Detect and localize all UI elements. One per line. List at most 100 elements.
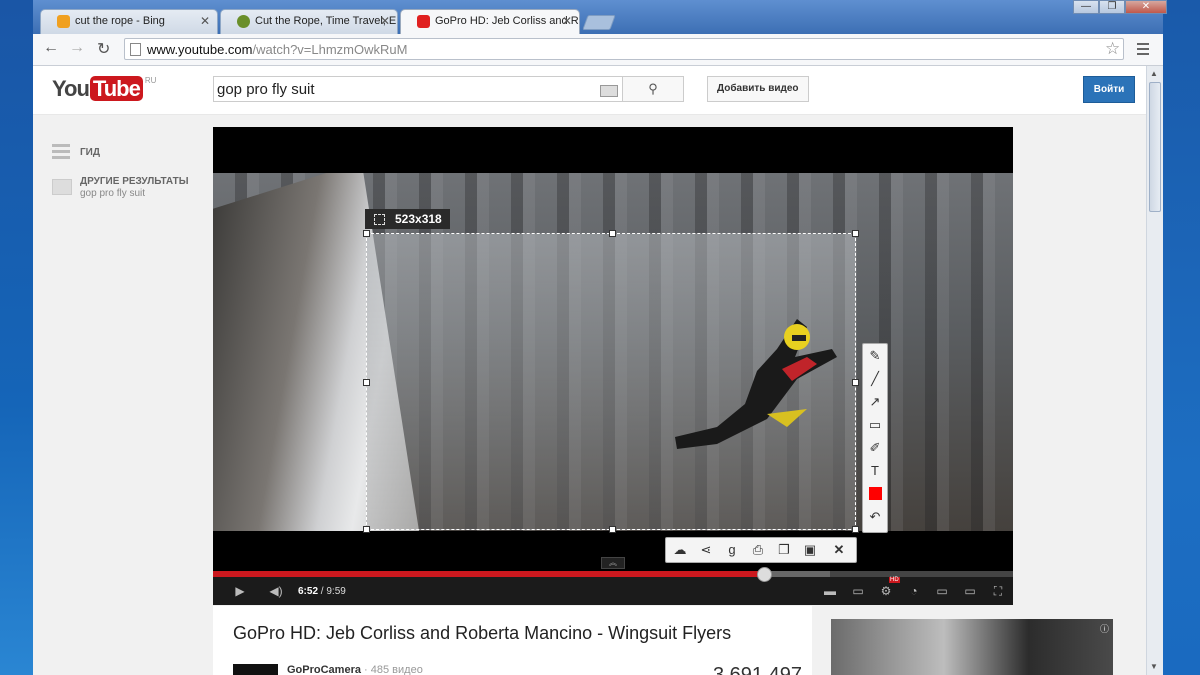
new-tab-button[interactable] — [582, 15, 616, 30]
scrollbar-thumb[interactable] — [1149, 82, 1161, 212]
menu-icon[interactable] — [1137, 43, 1149, 58]
logo-you: You — [52, 76, 90, 101]
annotation-toolbar: ✎ ╱ ↗ ▭ ✐ T ↶ — [862, 343, 888, 533]
upload-cloud-icon[interactable]: ☁ — [669, 541, 691, 559]
page-icon — [130, 43, 141, 56]
scroll-up-icon[interactable]: ▲ — [1150, 69, 1158, 78]
search-button[interactable]: ⚲ — [622, 76, 684, 102]
expand-icon[interactable]: ︽ — [601, 557, 625, 569]
scrollbar[interactable]: ▲ ▼ — [1146, 66, 1163, 675]
resize-handle[interactable] — [852, 526, 859, 533]
arrow-icon[interactable]: ↗ — [866, 393, 884, 411]
small-player-icon[interactable]: ▭ — [935, 584, 949, 598]
close-icon[interactable]: ✕ — [828, 541, 850, 559]
tab-label: Cut the Rope, Time Travel, E — [255, 15, 397, 27]
capture-actions-toolbar: ☁ ⋖ g ⎙ ❐ ▣ ✕ — [665, 537, 857, 563]
youtube-logo[interactable]: You Tube RU — [52, 76, 156, 102]
minimize-button[interactable]: — — [1073, 0, 1099, 14]
rectangle-icon[interactable]: ▭ — [866, 416, 884, 434]
large-player-icon[interactable]: ▭ — [963, 584, 977, 598]
progress-played — [213, 571, 764, 577]
url-path: /watch?v=LhmzmOwkRuM — [252, 42, 408, 57]
fullscreen-icon[interactable]: ⛶ — [991, 584, 1005, 598]
resize-handle[interactable] — [852, 379, 859, 386]
color-picker-icon[interactable] — [866, 485, 884, 503]
watch-later-icon[interactable]: ◔ — [907, 584, 921, 598]
info-icon[interactable]: ⓘ — [1100, 622, 1109, 635]
browser-window: cut the rope - Bing ✕ Cut the Rope, Time… — [33, 0, 1167, 675]
bookmark-star-icon[interactable]: ☆ — [1105, 39, 1120, 59]
search-icon: ⚲ — [648, 81, 658, 96]
video-title: GoPro HD: Jeb Corliss and Roberta Mancin… — [233, 623, 732, 643]
ad-thumbnail[interactable]: ⓘ — [831, 619, 1113, 675]
close-icon[interactable]: ✕ — [200, 14, 210, 28]
tab-youtube[interactable]: GoPro HD: Jeb Corliss and Ro ✕ — [400, 9, 580, 34]
video-player[interactable]: 523x318 ✎ ╱ ↗ ▭ ✐ T ↶ ☁ ⋖ g ⎙ ❐ ▣ ✕ ︽ ▶ … — [213, 127, 1013, 605]
keyboard-icon[interactable] — [600, 85, 618, 97]
google-icon[interactable]: g — [721, 541, 743, 559]
captions-icon[interactable]: ▬ — [823, 584, 837, 598]
tab-label: cut the rope - Bing — [75, 15, 165, 27]
wingsuit-jumper-image — [675, 319, 837, 449]
save-icon[interactable]: ▣ — [799, 541, 821, 559]
browser-toolbar: ← → ↻ www.youtube.com/watch?v=LhmzmOwkRu… — [33, 34, 1163, 66]
back-icon[interactable]: ← — [43, 39, 59, 57]
undo-icon[interactable]: ↶ — [866, 508, 884, 526]
channel-link[interactable]: GoProCamera · 485 видео — [287, 664, 423, 675]
pencil-icon[interactable]: ✎ — [866, 347, 884, 365]
maximize-button[interactable]: ❐ — [1099, 0, 1125, 14]
resize-handle[interactable] — [852, 230, 859, 237]
desktop-background-right — [1163, 0, 1200, 675]
url-host: www.youtube.com — [147, 42, 253, 57]
settings-gear-icon[interactable]: ⚙ — [879, 584, 893, 598]
resize-handle[interactable] — [363, 230, 370, 237]
reload-icon[interactable]: ↻ — [97, 39, 110, 59]
upload-button[interactable]: Добавить видео — [707, 76, 809, 102]
search-input[interactable]: gop pro fly suit — [213, 76, 623, 102]
copy-icon[interactable]: ❐ — [773, 541, 795, 559]
logo-region: RU — [144, 76, 157, 85]
youtube-header: You Tube RU gop pro fly suit ⚲ Добавить ви… — [33, 66, 1146, 115]
color-swatch — [868, 487, 882, 500]
view-count: 3 691 497 — [713, 664, 802, 675]
video-frame: 523x318 ✎ ╱ ↗ ▭ ✐ T ↶ ☁ ⋖ g ⎙ ❐ ▣ ✕ — [213, 173, 1013, 563]
tab-strip: cut the rope - Bing ✕ Cut the Rope, Time… — [33, 0, 1167, 34]
resize-handle[interactable] — [363, 379, 370, 386]
channel-video-count: · 485 видео — [364, 664, 423, 675]
forward-icon[interactable]: → — [69, 39, 85, 57]
time-display: 6:52 / 9:59 — [298, 586, 346, 597]
line-icon[interactable]: ╱ — [866, 370, 884, 388]
sign-in-button[interactable]: Войти — [1083, 76, 1135, 103]
close-window-button[interactable]: ✕ — [1125, 0, 1167, 14]
volume-icon[interactable]: ◀) — [269, 584, 283, 598]
print-icon[interactable]: ⎙ — [747, 541, 769, 559]
scroll-down-icon[interactable]: ▼ — [1150, 662, 1158, 671]
close-icon[interactable]: ✕ — [562, 14, 572, 28]
capture-selection[interactable] — [363, 230, 859, 533]
logo-tube: Tube — [89, 76, 143, 101]
resize-handle[interactable] — [609, 526, 616, 533]
crop-icon — [374, 214, 385, 225]
share-icon[interactable]: ⋖ — [695, 541, 717, 559]
channel-avatar[interactable] — [233, 664, 278, 675]
tab-cut-the-rope[interactable]: Cut the Rope, Time Travel, E ✕ — [220, 9, 398, 34]
tab-bing[interactable]: cut the rope - Bing ✕ — [40, 9, 218, 34]
text-icon[interactable]: T — [866, 462, 884, 480]
tab-label: GoPro HD: Jeb Corliss and Ro — [435, 15, 580, 27]
resize-handle[interactable] — [609, 230, 616, 237]
annotations-icon[interactable]: ▭ — [851, 584, 865, 598]
play-icon[interactable]: ▶ — [233, 584, 247, 598]
time-current: 6:52 — [298, 586, 319, 597]
address-bar[interactable]: www.youtube.com/watch?v=LhmzmOwkRuM — [124, 38, 1124, 60]
resize-handle[interactable] — [363, 526, 370, 533]
youtube-icon — [417, 15, 430, 28]
close-icon[interactable]: ✕ — [380, 14, 390, 28]
highlighter-icon[interactable]: ✐ — [866, 439, 884, 457]
other-results-query: gop pro fly suit — [80, 188, 146, 199]
guide-label: ГИД — [80, 147, 100, 158]
bing-icon — [57, 15, 70, 28]
desktop-background-left — [0, 0, 33, 675]
other-results-title: ДРУГИЕ РЕЗУЛЬТАТЫ — [80, 176, 189, 187]
selection-size-label: 523x318 — [365, 209, 450, 229]
hamburger-icon — [52, 144, 70, 162]
